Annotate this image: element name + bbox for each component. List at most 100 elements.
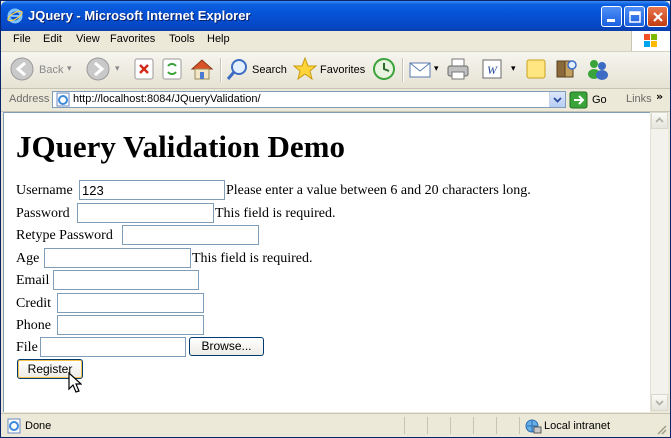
forward-button[interactable]: ▾ <box>85 56 125 84</box>
status-text: Done <box>25 420 52 432</box>
menu-view[interactable]: View <box>76 33 100 45</box>
messenger-icon <box>588 60 608 80</box>
menu-favorites[interactable]: Favorites <box>110 33 155 45</box>
status-divider <box>450 417 451 434</box>
age-error: This field is required. <box>192 251 313 266</box>
mail-dropdown-icon: ▾ <box>434 63 439 73</box>
refresh-icon <box>162 58 182 80</box>
status-divider <box>519 417 520 434</box>
status-divider <box>427 417 428 434</box>
address-field[interactable]: http://localhost:8084/JQueryValidation/ <box>52 91 566 108</box>
messenger-button[interactable] <box>585 56 611 84</box>
browser-window: JQuery - Microsoft Internet Explorer Fil… <box>0 0 671 438</box>
username-row: Username Please enter a value between 6 … <box>16 180 636 201</box>
menu-help[interactable]: Help <box>207 33 230 45</box>
username-error: Please enter a value between 6 and 20 ch… <box>226 183 531 198</box>
chevron-down-icon <box>655 400 664 406</box>
age-row: Age This field is required. <box>16 248 636 269</box>
status-bar: Done Local intranet <box>1 413 670 437</box>
menu-file[interactable]: File <box>13 33 31 45</box>
scroll-up-button[interactable] <box>651 112 668 129</box>
phone-label: Phone <box>16 318 51 333</box>
printer-icon <box>447 58 469 80</box>
search-icon <box>226 59 247 80</box>
password-input[interactable] <box>77 203 214 223</box>
age-input[interactable] <box>44 248 191 268</box>
email-label: Email <box>16 273 50 288</box>
back-button[interactable]: Back ▾ <box>9 56 89 84</box>
home-icon <box>190 59 214 80</box>
credit-input[interactable] <box>57 293 204 313</box>
retype-password-row: Retype Password <box>16 225 636 246</box>
resize-grip-icon[interactable] <box>655 423 667 435</box>
ie-icon <box>7 8 23 24</box>
back-dropdown-icon: ▾ <box>67 63 72 73</box>
note-icon <box>526 59 546 79</box>
history-button[interactable] <box>371 56 397 84</box>
research-icon <box>556 60 577 78</box>
print-button[interactable] <box>445 56 471 84</box>
address-url: http://localhost:8084/JQueryValidation/ <box>73 93 261 105</box>
go-arrow-icon <box>569 91 588 109</box>
close-button[interactable] <box>647 6 668 27</box>
research-button[interactable] <box>553 56 579 84</box>
menu-tools[interactable]: Tools <box>169 33 195 45</box>
forward-dropdown-icon: ▾ <box>115 63 120 73</box>
toolbar-separator <box>402 58 404 82</box>
star-icon <box>292 56 318 81</box>
menu-edit[interactable]: Edit <box>43 33 62 45</box>
toolbar: Back ▾ ▾ Search Favorites ▾ W ▾ <box>1 52 670 89</box>
stop-icon <box>134 58 154 80</box>
file-label: File <box>16 340 38 355</box>
username-label: Username <box>16 183 73 198</box>
maximize-button[interactable] <box>624 6 645 27</box>
edit-button[interactable]: W ▾ <box>479 56 519 84</box>
minimize-icon <box>607 19 615 22</box>
stop-button[interactable] <box>132 56 156 84</box>
address-bar: Address http://localhost:8084/JQueryVali… <box>1 89 670 112</box>
email-input[interactable] <box>53 270 199 290</box>
retype-password-label: Retype Password <box>16 228 113 243</box>
scroll-down-button[interactable] <box>651 394 668 411</box>
favorites-button[interactable]: Favorites <box>292 56 366 84</box>
age-label: Age <box>16 251 40 266</box>
status-divider <box>473 417 474 434</box>
security-zone: Local intranet <box>544 420 611 432</box>
password-label: Password <box>16 206 70 221</box>
links-toolbar[interactable]: Links <box>626 93 652 105</box>
word-edit-icon: W <box>482 59 502 79</box>
address-label: Address <box>9 93 50 105</box>
phone-input[interactable] <box>57 315 204 335</box>
browse-button[interactable]: Browse... <box>189 337 264 356</box>
address-dropdown-button[interactable] <box>549 92 565 107</box>
password-error: This field is required. <box>215 206 336 221</box>
file-path-input[interactable] <box>40 337 186 357</box>
chevron-up-icon <box>655 117 664 123</box>
svg-text:W: W <box>487 63 498 77</box>
window-title: JQuery - Microsoft Internet Explorer <box>28 8 251 23</box>
windows-logo <box>631 31 670 51</box>
password-row: Password This field is required. <box>16 203 636 224</box>
phone-row: Phone <box>16 315 636 336</box>
links-chevron-icon[interactable]: » <box>656 90 663 103</box>
close-icon <box>653 12 663 22</box>
go-button[interactable]: Go <box>569 91 615 109</box>
home-button[interactable] <box>189 56 215 84</box>
refresh-button[interactable] <box>160 56 184 84</box>
mail-button[interactable]: ▾ <box>407 56 441 84</box>
search-button[interactable]: Search <box>225 56 287 84</box>
minimize-button[interactable] <box>601 6 622 27</box>
title-bar: JQuery - Microsoft Internet Explorer <box>1 1 670 31</box>
retype-password-input[interactable] <box>122 225 259 245</box>
chevron-down-icon <box>553 97 562 103</box>
vertical-scrollbar[interactable] <box>650 112 668 411</box>
discuss-button[interactable] <box>523 56 549 84</box>
intranet-globe-icon <box>525 419 542 434</box>
page-title: JQuery Validation Demo <box>16 129 345 164</box>
page-done-icon <box>7 418 21 434</box>
maximize-icon <box>629 11 641 23</box>
file-row: File Browse... <box>16 337 636 358</box>
username-input[interactable] <box>79 180 225 200</box>
back-arrow-icon <box>10 57 34 81</box>
page-icon <box>56 92 70 107</box>
